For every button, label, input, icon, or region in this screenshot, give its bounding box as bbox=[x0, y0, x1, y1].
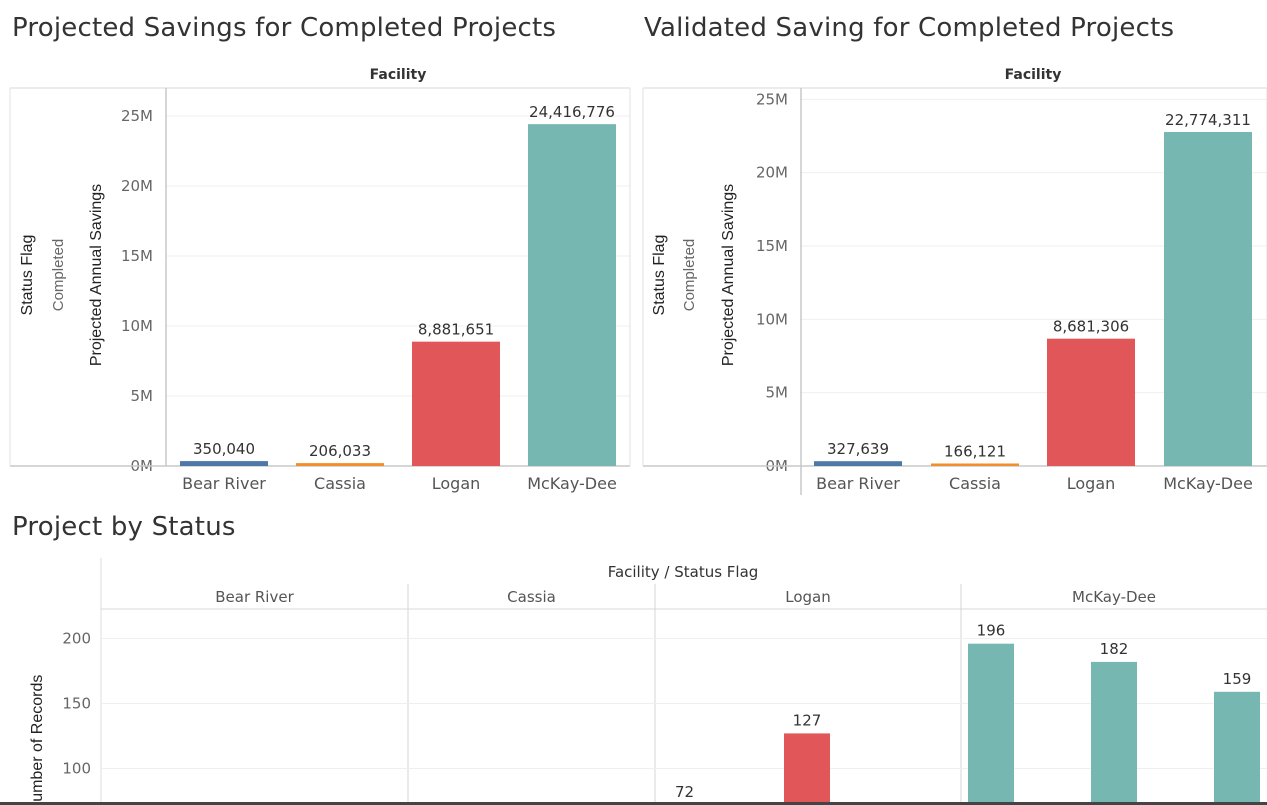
pane-header-mckay-dee: McKay-Dee bbox=[1072, 588, 1156, 606]
y-tick-label: 150 bbox=[62, 695, 91, 713]
pane-header-bear-river: Bear River bbox=[215, 588, 294, 606]
bar-mckay-dee bbox=[968, 643, 1014, 805]
column-header: Facility / Status Flag bbox=[608, 563, 759, 581]
bar-logan bbox=[784, 733, 830, 805]
data-label: 127 bbox=[793, 711, 822, 729]
bar-mckay-dee bbox=[1091, 661, 1137, 805]
data-label: 159 bbox=[1223, 670, 1252, 688]
y-tick-label: 100 bbox=[62, 760, 91, 778]
y-tick-label: 200 bbox=[62, 630, 91, 648]
bar-mckay-dee bbox=[1214, 691, 1260, 805]
pane-header-logan: Logan bbox=[785, 588, 831, 606]
data-label: 72 bbox=[675, 783, 694, 801]
y-axis-title: Number of Records bbox=[29, 675, 46, 805]
pane-header-cassia: Cassia bbox=[507, 588, 556, 606]
project-by-status-chart: Facility / Status Flag Bear River Cassia Lo… bbox=[0, 558, 1267, 805]
data-label: 182 bbox=[1100, 640, 1129, 658]
data-label: 196 bbox=[977, 622, 1006, 640]
